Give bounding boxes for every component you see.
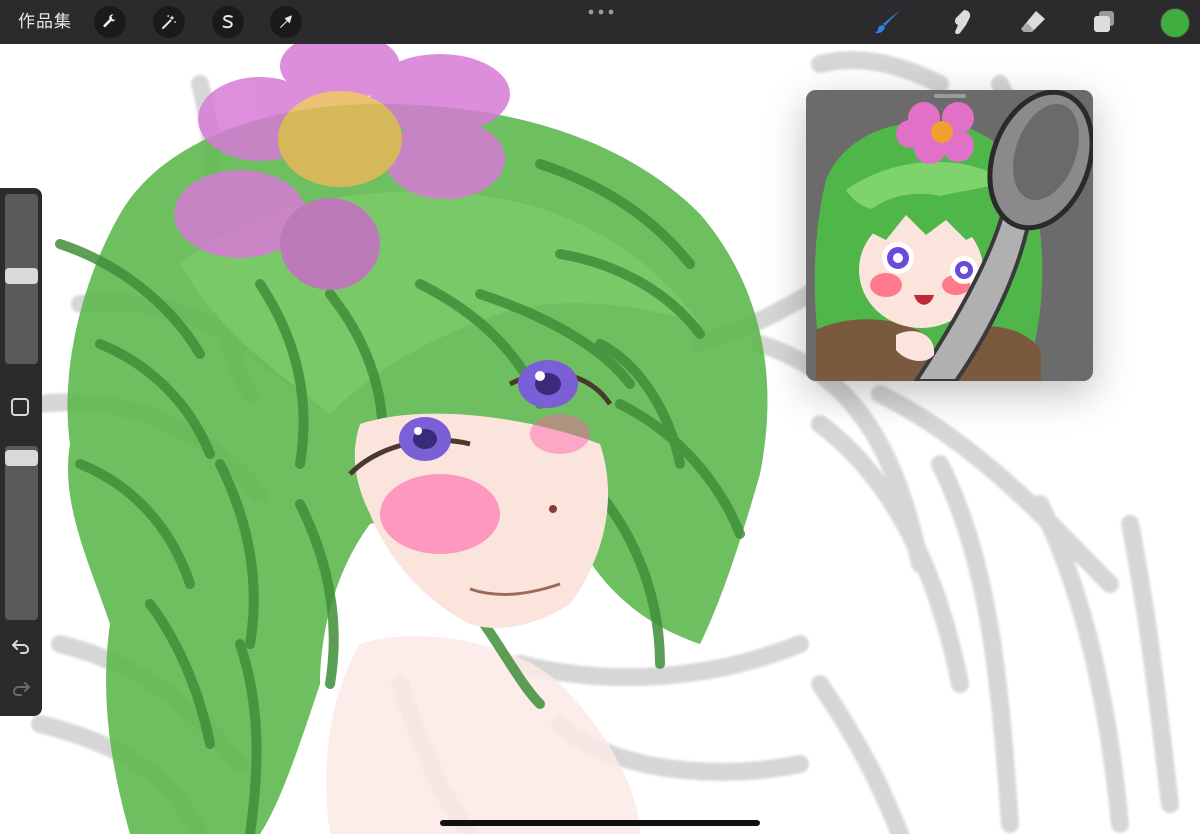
blush-shape-right	[530, 414, 590, 454]
actions-button[interactable]	[94, 6, 126, 38]
wrench-icon	[103, 14, 117, 28]
opacity-slider[interactable]	[5, 446, 38, 620]
modify-button[interactable]	[11, 398, 29, 416]
side-bar	[0, 188, 42, 716]
brush-size-thumb[interactable]	[5, 267, 38, 284]
shoulders-shape	[326, 636, 640, 834]
reference-grabber[interactable]	[934, 94, 966, 98]
opacity-thumb[interactable]	[5, 450, 38, 466]
selection-button[interactable]	[212, 6, 244, 38]
home-indicator[interactable]	[440, 820, 760, 826]
blush-shape	[380, 474, 500, 554]
reference-window[interactable]	[806, 90, 1093, 381]
smudge-tool[interactable]	[945, 6, 977, 38]
layers-icon	[1094, 11, 1114, 32]
layers-tool[interactable]	[1088, 6, 1120, 38]
magic-wand-icon	[162, 15, 176, 29]
arrow-cursor-icon	[280, 15, 292, 28]
redo-icon[interactable]	[11, 678, 31, 698]
smudge-finger-icon	[954, 10, 971, 35]
top-toolbar: 作品集	[0, 0, 1200, 44]
adjustments-button[interactable]	[153, 6, 185, 38]
selection-s-icon	[222, 15, 233, 29]
color-picker-button[interactable]	[1160, 8, 1190, 38]
eraser-icon	[1021, 11, 1045, 32]
gallery-button[interactable]: 作品集	[18, 0, 72, 44]
eraser-tool[interactable]	[1017, 6, 1049, 38]
transform-button[interactable]	[270, 6, 302, 38]
mouth-dot	[549, 505, 557, 513]
brush-tool[interactable]	[872, 6, 904, 38]
reference-image	[806, 90, 1093, 381]
ellipsis-icon[interactable]	[588, 9, 614, 15]
brush-icon	[875, 10, 900, 34]
undo-icon[interactable]	[11, 636, 31, 656]
